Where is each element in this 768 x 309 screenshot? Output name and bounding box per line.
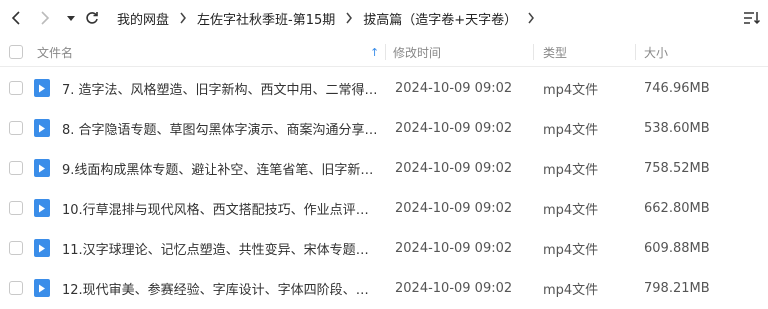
- breadcrumb-item-course[interactable]: 左佐字社秋季班-第15期: [197, 9, 335, 28]
- row-checkbox[interactable]: [9, 188, 23, 228]
- video-file-icon: [34, 188, 50, 228]
- file-name[interactable]: 9.线面构成黑体专题、避让补空、连笔省笔、旧字新构作…: [62, 148, 380, 188]
- row-checkbox[interactable]: [9, 148, 23, 188]
- file-type: mp4文件: [543, 282, 599, 298]
- breadcrumb-item-current-folder[interactable]: 拔高篇（造字卷+天字卷）: [363, 9, 517, 28]
- file-type: mp4文件: [543, 242, 599, 258]
- file-modified: 2024-10-09 09:02: [395, 120, 513, 136]
- chevron-right-icon: [517, 0, 545, 36]
- forward-button[interactable]: [35, 8, 55, 28]
- row-checkbox[interactable]: [9, 68, 23, 108]
- video-file-icon: [34, 68, 50, 108]
- file-modified: 2024-10-09 09:02: [395, 200, 513, 216]
- back-button[interactable]: [6, 8, 26, 28]
- file-name[interactable]: 7. 造字法、风格塑造、旧字新构、西文中用、二常得异、…: [62, 68, 380, 108]
- select-all-checkbox[interactable]: [9, 38, 23, 66]
- chevron-right-icon: [41, 11, 50, 25]
- file-list-header: 文件名 ↑ 修改时间 类型 大小: [0, 38, 768, 67]
- file-row[interactable]: 11.汉字球理论、记忆点塑造、共性变异、宋体专题、作业… 2024-10-09 …: [0, 228, 768, 268]
- row-checkbox[interactable]: [9, 268, 23, 308]
- file-size: 538.60MB: [644, 120, 710, 136]
- file-type: mp4文件: [543, 202, 599, 218]
- file-row[interactable]: 9.线面构成黑体专题、避让补空、连笔省笔、旧字新构作… 2024-10-09 0…: [0, 148, 768, 188]
- file-size: 609.88MB: [644, 240, 710, 256]
- row-checkbox[interactable]: [9, 108, 23, 148]
- refresh-button[interactable]: [82, 8, 102, 28]
- sort-ascending-icon[interactable]: ↑: [370, 38, 379, 66]
- caret-down-icon: [67, 16, 75, 21]
- column-header-type[interactable]: 类型: [543, 38, 567, 66]
- row-checkbox[interactable]: [9, 228, 23, 268]
- sort-list-icon: [744, 12, 761, 25]
- file-type: mp4文件: [543, 122, 599, 138]
- file-name[interactable]: 8. 合字隐语专题、草图勾黑体字演示、商案沟通分享（造…: [62, 108, 380, 148]
- file-modified: 2024-10-09 09:02: [395, 160, 513, 176]
- file-size: 758.52MB: [644, 160, 710, 176]
- file-row[interactable]: 7. 造字法、风格塑造、旧字新构、西文中用、二常得异、… 2024-10-09 …: [0, 68, 768, 108]
- column-header-modified[interactable]: 修改时间: [393, 38, 441, 66]
- file-modified: 2024-10-09 09:02: [395, 240, 513, 256]
- chevron-left-icon: [11, 11, 20, 25]
- file-size: 746.96MB: [644, 80, 710, 96]
- toolbar: 我的网盘 左佐字社秋季班-第15期 拔高篇（造字卷+天字卷）: [0, 0, 768, 36]
- file-name[interactable]: 11.汉字球理论、记忆点塑造、共性变异、宋体专题、作业…: [62, 228, 380, 268]
- column-header-name[interactable]: 文件名: [37, 38, 73, 66]
- file-modified: 2024-10-09 09:02: [395, 280, 513, 296]
- file-modified: 2024-10-09 09:02: [395, 80, 513, 96]
- breadcrumb-item-my-drive[interactable]: 我的网盘: [117, 9, 169, 28]
- breadcrumb: 我的网盘 左佐字社秋季班-第15期 拔高篇（造字卷+天字卷）: [117, 0, 545, 36]
- chevron-right-icon: [169, 0, 197, 36]
- file-row[interactable]: 10.行草混排与现代风格、西文搭配技巧、作业点评、黑体… 2024-10-09 …: [0, 188, 768, 228]
- file-row[interactable]: 12.现代审美、参赛经验、字库设计、字体四阶段、宋体提… 2024-10-09 …: [0, 268, 768, 308]
- file-type: mp4文件: [543, 162, 599, 178]
- video-file-icon: [34, 228, 50, 268]
- column-header-size[interactable]: 大小: [644, 38, 668, 66]
- video-file-icon: [34, 148, 50, 188]
- refresh-icon: [86, 12, 98, 24]
- history-dropdown-button[interactable]: [61, 8, 81, 28]
- sort-options-button[interactable]: [742, 9, 761, 27]
- file-size: 662.80MB: [644, 200, 710, 216]
- file-name[interactable]: 12.现代审美、参赛经验、字库设计、字体四阶段、宋体提…: [62, 268, 380, 308]
- video-file-icon: [34, 108, 50, 148]
- file-size: 798.21MB: [644, 280, 710, 296]
- chevron-right-icon: [335, 0, 363, 36]
- file-name[interactable]: 10.行草混排与现代风格、西文搭配技巧、作业点评、黑体…: [62, 188, 380, 228]
- file-type: mp4文件: [543, 82, 599, 98]
- video-file-icon: [34, 268, 50, 308]
- file-row[interactable]: 8. 合字隐语专题、草图勾黑体字演示、商案沟通分享（造… 2024-10-09 …: [0, 108, 768, 148]
